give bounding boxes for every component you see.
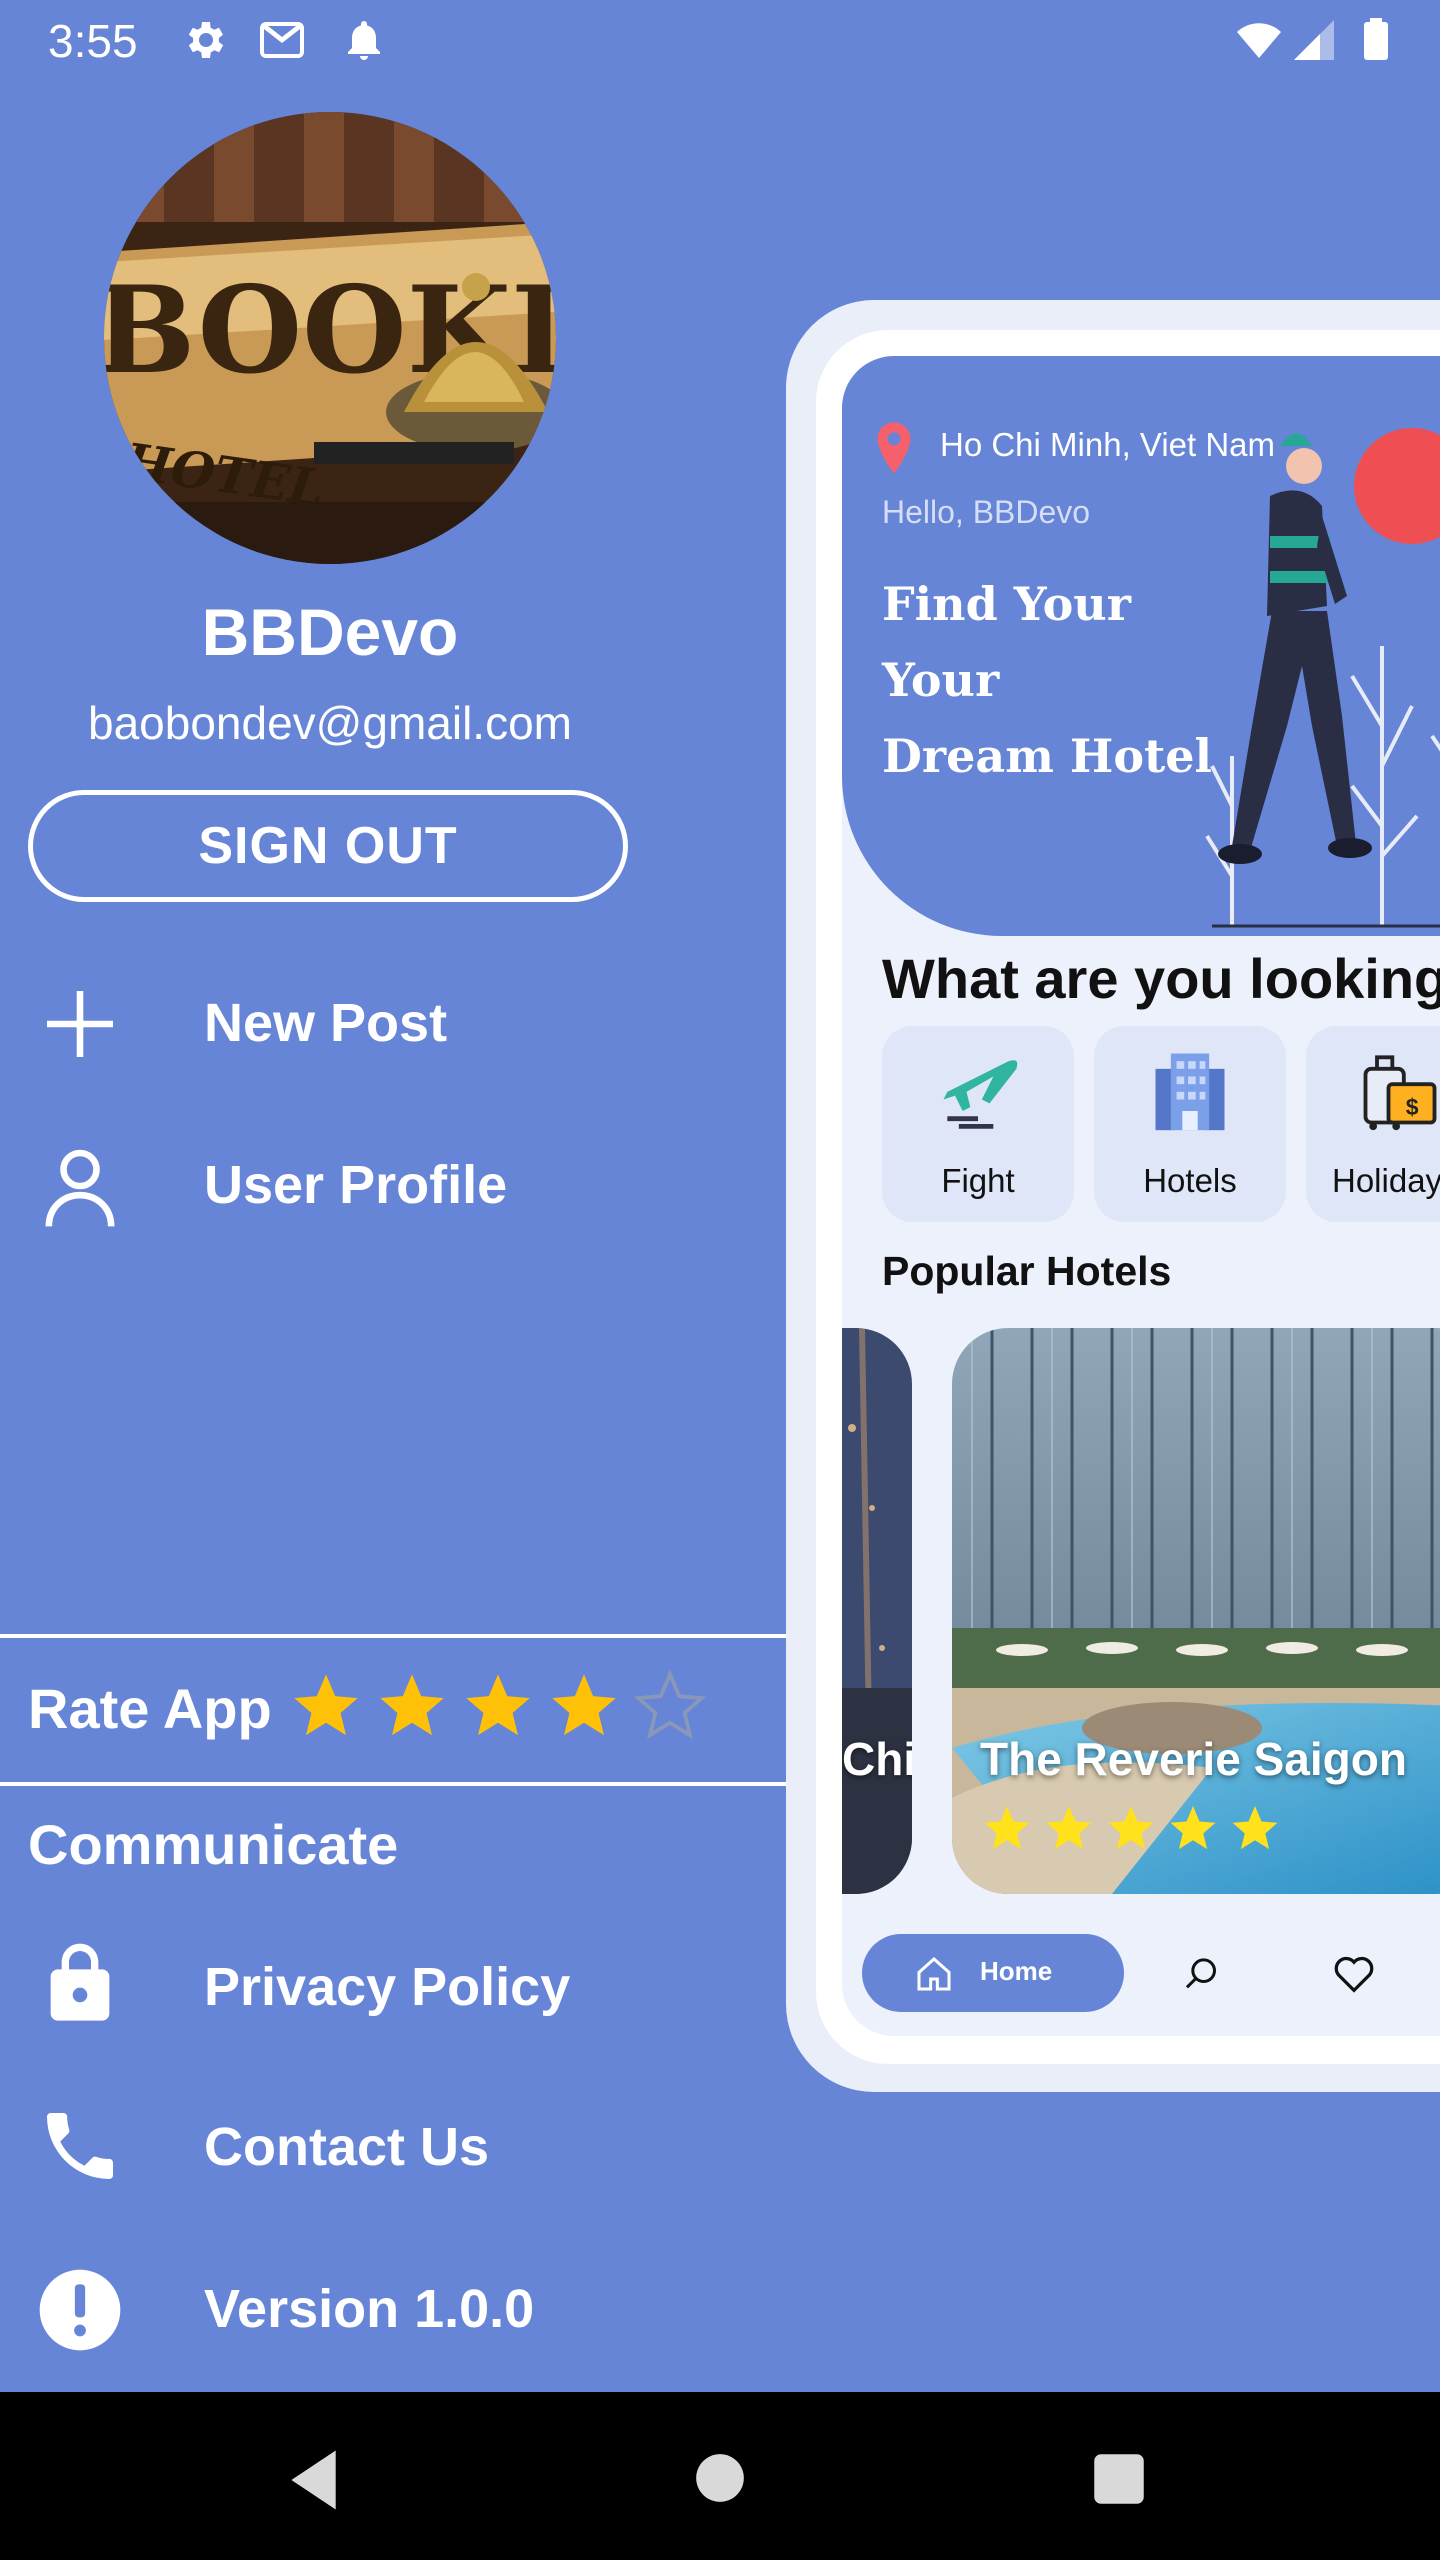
hotel-name: The Reverie Saigon [980, 1733, 1407, 1785]
app-preview-screen[interactable]: Ho Chi Minh, Viet Nam Hello, BBDevo Find… [842, 356, 1440, 2036]
phone-icon [47, 2113, 113, 2179]
menu-label: Version 1.0.0 [204, 2279, 535, 2339]
category-label: Fight [941, 1162, 1015, 1199]
cell-signal-icon [1294, 20, 1334, 60]
hotel-name: Chi [842, 1733, 912, 1785]
hotel-card[interactable]: The Reverie Saigon [952, 1328, 1440, 1894]
star-filled-icon[interactable] [460, 1668, 536, 1744]
hotel-building-icon [1155, 1053, 1225, 1131]
notification-bell-icon [348, 21, 380, 60]
rate-app-label: Rate App [28, 1677, 272, 1740]
nav-home-label: Home [980, 1956, 1053, 1986]
back-icon[interactable] [286, 2448, 346, 2512]
user-email: baobondev@gmail.com [88, 697, 572, 749]
category-label: Hotels [1143, 1162, 1237, 1199]
menu-item-version[interactable]: Version 1.0.0 [0, 2246, 780, 2376]
bottom-nav: Home [842, 1912, 1440, 2036]
system-nav-bar [0, 2392, 1440, 2560]
luggage-icon: $ [1363, 1055, 1437, 1131]
wifi-icon [1237, 23, 1281, 58]
section-title: What are you looking [882, 947, 1440, 1010]
traveler-illustration [1205, 428, 1440, 928]
user-name: BBDevo [201, 595, 459, 669]
battery-icon [1364, 18, 1388, 60]
location-pin-icon [877, 422, 911, 474]
hotel-photo [842, 1328, 912, 1894]
category-card-hotels[interactable]: Hotels [1094, 1026, 1286, 1222]
plus-icon [47, 991, 113, 1057]
star-filled-icon[interactable] [288, 1668, 364, 1744]
menu-item-new-post[interactable]: New Post [0, 960, 780, 1090]
gmail-icon [260, 22, 304, 58]
status-bar: 3:55 [0, 0, 1440, 84]
svg-text:$: $ [1406, 1094, 1419, 1120]
search-icon[interactable] [1182, 1954, 1222, 1994]
category-card-flight[interactable]: Fight [882, 1026, 1074, 1222]
divider [0, 1782, 788, 1786]
exclamation-icon [39, 2269, 121, 2351]
category-card-holiday[interactable]: $ Holiday [1306, 1026, 1440, 1222]
person-icon [45, 1149, 115, 1227]
sign-out-button[interactable]: SIGN OUT [28, 790, 628, 902]
nav-home-tab[interactable]: Home [862, 1934, 1124, 2012]
divider [0, 1634, 788, 1638]
hotel-rating [980, 1804, 1290, 1867]
home-circle-icon[interactable] [694, 2452, 746, 2504]
menu-label: Contact Us [204, 2117, 490, 2177]
status-time: 3:55 [48, 15, 138, 67]
hotel-card[interactable]: Chi [842, 1328, 912, 1894]
recents-icon[interactable] [1092, 2452, 1146, 2506]
star-empty-icon[interactable] [632, 1668, 708, 1744]
popular-hotels-title: Popular Hotels [882, 1248, 1172, 1294]
airplane-icon [943, 1060, 1018, 1129]
menu-item-privacy-policy[interactable]: Privacy Policy [0, 1924, 780, 2054]
settings-icon [188, 22, 224, 58]
hero-banner: Ho Chi Minh, Viet Nam Hello, BBDevo Find… [842, 356, 1440, 936]
menu-label: User Profile [204, 1155, 508, 1215]
menu-item-user-profile[interactable]: User Profile [0, 1120, 780, 1250]
heart-icon[interactable] [1332, 1954, 1376, 1994]
menu-label: New Post [204, 993, 448, 1053]
avatar[interactable]: BOOKIN HOTEL [104, 112, 556, 564]
category-label: Holiday [1332, 1162, 1440, 1199]
booking-hotel-bell-photo: BOOKIN HOTEL [104, 112, 556, 564]
communicate-title: Communicate [28, 1813, 399, 1876]
home-icon [917, 1956, 951, 1991]
star-rating-icons [984, 1806, 1278, 1850]
greeting-text: Hello, BBDevo [882, 494, 1091, 530]
menu-label: Privacy Policy [204, 1957, 571, 2017]
star-filled-icon[interactable] [546, 1668, 622, 1744]
menu-item-contact-us[interactable]: Contact Us [0, 2084, 780, 2214]
star-filled-icon[interactable] [374, 1668, 450, 1744]
lock-icon [50, 1943, 110, 2021]
